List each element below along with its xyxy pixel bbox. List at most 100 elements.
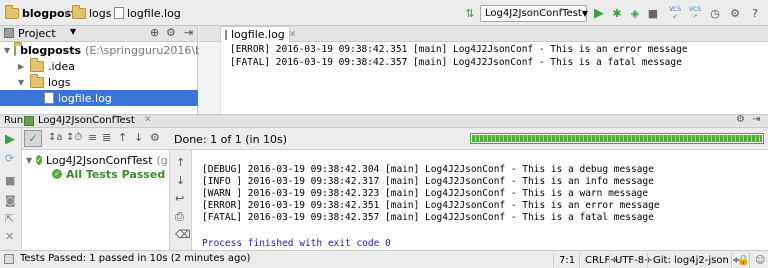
chevron-down-icon[interactable]: ▼ — [70, 27, 76, 36]
up-arrow-icon[interactable]: ↑ — [118, 131, 127, 144]
line-separator[interactable]: CRLF÷ — [579, 253, 619, 267]
vcs-commit-icon[interactable]: VCS ↗ — [688, 6, 702, 20]
console-line: [ERROR] 2016-03-19 09:38:42.351 [main] L… — [202, 200, 660, 211]
test-run-icon — [24, 116, 34, 126]
coverage-icon[interactable]: ◈ — [628, 6, 642, 20]
sync-icon[interactable]: ⊕ — [150, 26, 159, 39]
clear-icon[interactable]: ⌫ — [175, 228, 191, 241]
tree-item-idea[interactable]: ▶ .idea — [0, 57, 198, 74]
folder-icon — [30, 73, 44, 88]
sort-alpha-icon[interactable]: ↕a — [48, 132, 63, 143]
editor-tab-label: logfile.log — [231, 28, 285, 41]
tree-item-blogposts[interactable]: ▼ blogposts (E:\springguru2016\blogposts… — [0, 41, 253, 58]
collapse-all-icon[interactable]: ≣ — [102, 131, 111, 144]
folder-icon — [72, 4, 86, 19]
editor-tab-logfile[interactable]: logfile.log ✕ — [220, 26, 296, 42]
run-config-select[interactable]: Log4J2JsonConfTest ▼ — [480, 5, 588, 22]
test-progress-bar — [470, 133, 764, 144]
print-icon[interactable]: ⎙ — [175, 210, 184, 224]
vcs-update-label: VCS — [668, 6, 682, 13]
close-icon[interactable]: ✕ — [5, 230, 14, 243]
navigation-bar: blogposts › logs › logfile.log ⇅ Log4J2J… — [0, 0, 768, 26]
chevron-right-icon: › — [64, 6, 69, 20]
tree-item-logfile[interactable]: logfile.log — [0, 90, 198, 106]
project-tree: ▼ blogposts (E:\springguru2016\blogposts… — [0, 41, 253, 114]
editor-line: [FATAL] 2016-03-19 09:38:42.357 [main] L… — [230, 57, 682, 68]
breadcrumb-label: logfile.log — [127, 6, 181, 20]
gear-icon[interactable]: ⚙ — [150, 131, 160, 144]
editor-line: [ERROR] 2016-03-19 09:38:42.351 [main] L… — [230, 44, 688, 55]
tree-item-label: logs — [48, 75, 71, 89]
settings-icon[interactable]: ⚙ — [728, 6, 742, 20]
test-suite-package: (guru.spr — [156, 153, 168, 167]
run-panel-label: Run — [4, 115, 24, 126]
help-icon[interactable]: ? — [748, 6, 762, 20]
git-branch[interactable]: Git: log4j2-json ÷ — [647, 253, 740, 267]
project-panel-header: Project ▼ ⊕ ⚙ ⇥ — [0, 26, 198, 42]
run-tab-label[interactable]: Log4J2JsonConfTest — [38, 115, 135, 126]
stop-icon[interactable]: ■ — [5, 174, 15, 187]
soft-wrap-icon[interactable]: ↩ — [175, 192, 184, 205]
status-message: Tests Passed: 1 passed in 10s (2 minutes… — [20, 253, 251, 264]
gear-icon[interactable]: ⚙ — [166, 26, 176, 39]
down-arrow-icon[interactable]: ↓ — [176, 174, 185, 187]
camera-icon[interactable]: ◙ — [5, 194, 16, 207]
console-line: [WARN ] 2016-03-19 09:38:42.323 [main] L… — [202, 188, 649, 199]
history-icon[interactable]: ◷ — [708, 6, 722, 20]
folder-icon — [5, 4, 19, 19]
file-icon — [44, 92, 54, 104]
console-line: [INFO ] 2016-03-19 09:38:42.317 [main] L… — [202, 176, 654, 187]
editor-gutter — [199, 42, 221, 114]
passed-icon: ✓ — [52, 169, 62, 179]
run-config-label: Log4J2JsonConfTest — [485, 8, 582, 19]
inspector-icon[interactable]: ☺ — [749, 253, 768, 267]
file-icon — [114, 7, 124, 19]
gear-icon[interactable]: ⚙ — [736, 114, 745, 125]
up-arrow-icon[interactable]: ↑ — [176, 156, 185, 169]
vcs-update-icon[interactable]: VCS ↙ — [668, 6, 682, 20]
export-icon[interactable]: ⇱ — [5, 212, 14, 225]
caret-position[interactable]: 7:1 — [553, 253, 579, 267]
project-view-icon — [4, 28, 14, 38]
rerun-icon[interactable]: ▶ — [5, 132, 15, 147]
chevron-down-icon: ▼ — [581, 9, 588, 18]
stop-icon[interactable]: ■ — [646, 6, 660, 20]
console-line: [DEBUG] 2016-03-19 09:38:42.304 [main] L… — [202, 164, 654, 175]
run-icon[interactable]: ▶ — [592, 6, 606, 21]
file-encoding[interactable]: UTF-8÷ — [609, 253, 653, 267]
down-arrow-icon[interactable]: ↓ — [134, 131, 143, 144]
test-suite-label: Log4J2JsonConfTest — [46, 153, 153, 167]
lock-icon[interactable]: 🔒 — [731, 253, 749, 267]
tree-item-label: .idea — [48, 59, 76, 73]
debug-icon[interactable]: ✱ — [610, 6, 624, 20]
file-icon — [225, 29, 227, 40]
run-side-toolbar: ▶ ⟳ ■ ◙ ⇱ ✕ — [0, 128, 22, 250]
close-icon[interactable]: ✕ — [144, 115, 152, 125]
run-panel-header: Run Log4J2JsonConfTest ✕ ⚙ ⇥ — [0, 114, 768, 128]
tool-windows-icon[interactable] — [4, 254, 14, 264]
test-summary-row[interactable]: ✓ All Tests Passed — [22, 166, 168, 182]
expand-all-icon[interactable]: ≡ — [88, 131, 97, 144]
progress-fill — [472, 135, 762, 142]
status-bar: Tests Passed: 1 passed in 10s (2 minutes… — [0, 250, 768, 268]
expanded-arrow-icon: ▼ — [26, 155, 33, 165]
tree-item-logs[interactable]: ▼ logs — [0, 73, 198, 90]
build-icon[interactable]: ⇅ — [463, 6, 477, 20]
project-view-label[interactable]: Project — [18, 27, 56, 40]
folder-icon — [14, 41, 23, 56]
hide-icon[interactable]: ⇥ — [752, 114, 760, 125]
collapsed-arrow-icon: ▶ — [18, 61, 25, 71]
show-passed-icon[interactable]: ✓ — [24, 130, 42, 147]
tree-item-label: logfile.log — [58, 91, 112, 105]
breadcrumb-logfile[interactable]: logfile.log — [114, 5, 181, 21]
test-results-tree: ▼ ✓ Log4J2JsonConfTest (guru.spr ✓ All T… — [22, 150, 170, 250]
rerun-failed-icon[interactable]: ⟳ — [5, 152, 14, 165]
console-line: [FATAL] 2016-03-19 09:38:42.357 [main] L… — [202, 212, 654, 223]
hide-icon[interactable]: ⇥ — [184, 26, 193, 39]
vcs-commit-label: VCS — [688, 6, 702, 13]
expanded-arrow-icon: ▼ — [18, 77, 25, 87]
sort-duration-icon[interactable]: ↕⏱ — [66, 132, 82, 143]
console-toolbar: ↑ ↓ ↩ ⎙ ⌫ — [170, 150, 192, 250]
close-icon[interactable]: ✕ — [289, 30, 297, 40]
folder-icon — [30, 57, 44, 72]
